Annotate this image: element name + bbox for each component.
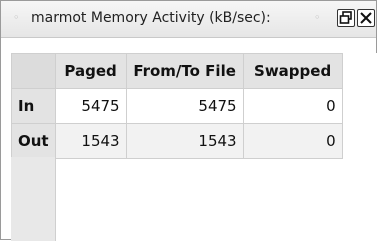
restore-button[interactable]: [337, 9, 355, 27]
close-button[interactable]: [357, 9, 375, 27]
cell-in-paged: 5475: [54, 88, 127, 124]
table-corner-cell: [11, 53, 56, 89]
column-header-paged[interactable]: Paged: [54, 53, 127, 89]
memory-activity-table: Paged From/To File Swapped In 5475 5475 …: [11, 53, 343, 159]
column-header-from-to-file[interactable]: From/To File: [125, 53, 244, 89]
row-header-out[interactable]: Out: [11, 123, 56, 159]
title-right-ornament-icon: ◦: [314, 11, 321, 24]
cell-in-swapped: 0: [242, 88, 343, 124]
close-icon: [360, 12, 372, 24]
cell-out-from-to-file: 1543: [125, 123, 244, 159]
row-header-empty-area: [11, 157, 56, 241]
memory-activity-window: ◦ marmot Memory Activity (kB/sec): ◦ Pag…: [0, 0, 377, 241]
title-left-ornament-icon: ◦: [13, 11, 20, 24]
restore-icon: [339, 11, 352, 24]
table-row: Out 1543 1543 0: [11, 123, 343, 159]
cell-out-paged: 1543: [54, 123, 127, 159]
table-header-row: Paged From/To File Swapped: [11, 53, 343, 89]
column-header-swapped[interactable]: Swapped: [242, 53, 343, 89]
title-bar[interactable]: ◦ marmot Memory Activity (kB/sec): ◦: [1, 1, 376, 38]
window-title: marmot Memory Activity (kB/sec):: [31, 10, 271, 26]
cell-out-swapped: 0: [242, 123, 343, 159]
memory-activity-table-container: Paged From/To File Swapped In 5475 5475 …: [11, 53, 377, 241]
table-row: In 5475 5475 0: [11, 88, 343, 124]
cell-in-from-to-file: 5475: [125, 88, 244, 124]
row-header-in[interactable]: In: [11, 88, 56, 124]
